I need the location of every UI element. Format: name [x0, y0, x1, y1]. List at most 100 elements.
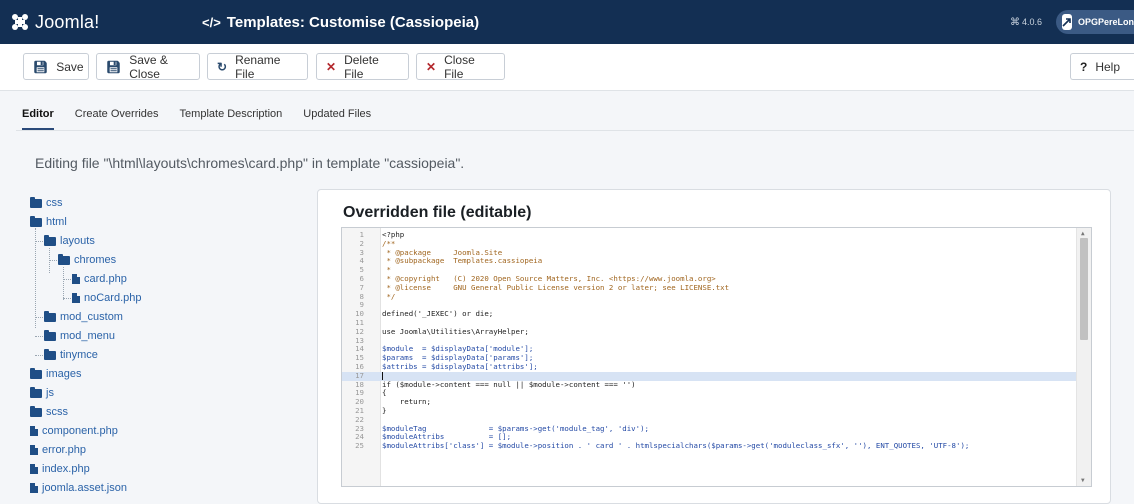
text-cursor	[382, 371, 383, 380]
tree-connector	[35, 228, 36, 328]
save-close-label: Save & Close	[129, 52, 168, 81]
line-number: 25	[355, 441, 364, 451]
folder-icon	[44, 329, 56, 341]
code-text: }	[382, 406, 387, 415]
save-icon: 💾︎	[33, 59, 49, 74]
save-button[interactable]: 💾︎ Save	[23, 53, 89, 80]
tree-label: css	[46, 197, 63, 209]
tab-updated-files[interactable]: Updated Files	[303, 97, 371, 131]
code-line[interactable]: 4 * @subpackage Templates.cassiopeia	[342, 257, 1076, 266]
panel-title: Overridden file (editable)	[343, 204, 532, 221]
tree-file-index[interactable]: index.php	[30, 463, 90, 475]
tree-file-nocard[interactable]: noCard.php	[72, 292, 142, 304]
folder-icon	[44, 310, 56, 322]
tree-label: tinymce	[60, 349, 98, 361]
scroll-down-icon[interactable]: ▼	[1081, 477, 1085, 484]
code-line[interactable]: 8 */	[342, 292, 1076, 302]
tab-bar: Editor Create Overrides Template Descrip…	[22, 97, 392, 131]
tree-connector	[35, 317, 43, 318]
close-file-button[interactable]: ✕ Close File	[416, 52, 505, 81]
rename-file-button[interactable]: ↻ Rename File	[207, 52, 308, 81]
code-line[interactable]: 19{	[342, 389, 1076, 398]
vertical-scrollbar[interactable]: ▲ ▼	[1076, 228, 1091, 486]
code-line[interactable]: 10 defined('_JEXEC') or die;	[342, 309, 1076, 319]
code-line[interactable]: 25 $moduleAttribs['class'] = $module->pos…	[342, 441, 1076, 451]
tree-folder-images[interactable]: images	[30, 367, 82, 380]
tree-label: chromes	[74, 254, 117, 266]
code-editor[interactable]: 1 <?php 2/** 3 * @package Joomla.Site 4 * @s…	[341, 227, 1092, 487]
tree-file-component[interactable]: component.php	[30, 425, 118, 437]
folder-icon	[44, 348, 56, 360]
joomla-small-icon: ⌘	[1009, 16, 1020, 28]
header: Joomla! </> Templates: Customise (Cassio…	[0, 0, 1134, 44]
code-line[interactable]: 18 if ($module->content === null || $modu…	[342, 379, 1076, 390]
code-text: use Joomla\Utilities\ArrayHelper;	[382, 326, 529, 336]
tree-folder-css[interactable]: css	[30, 196, 63, 209]
help-button[interactable]: ? Help	[1070, 53, 1134, 80]
tree-label: layouts	[60, 235, 95, 247]
close-icon: ✕	[326, 59, 337, 74]
code-line[interactable]: 21}	[342, 406, 1076, 416]
tree-label: joomla.asset.json	[42, 482, 127, 494]
code-line[interactable]: 1 <?php	[342, 230, 1076, 240]
tree-folder-chromes[interactable]: chromes	[58, 253, 117, 266]
tree-connector	[35, 355, 43, 356]
toolbar: 💾︎ Save 💾︎ Save & Close ↻ Rename File ✕ …	[0, 44, 1134, 91]
sync-icon: ↻	[217, 59, 228, 74]
version-badge: ⌘ 4.0.6	[1010, 17, 1042, 28]
tree-label: card.php	[84, 273, 127, 285]
tree-label: images	[46, 368, 82, 380]
tree-folder-tinymce[interactable]: tinymce	[44, 348, 98, 361]
scroll-up-icon[interactable]: ▲	[1081, 230, 1085, 237]
save-label: Save	[56, 59, 84, 74]
editing-file-info: Editing file "\html\layouts\chromes\card…	[35, 155, 465, 171]
tree-label: component.php	[42, 425, 118, 437]
close-label: Close File	[444, 52, 475, 81]
rename-label: Rename File	[235, 52, 281, 81]
code-text: * @subpackage Templates.cassiopeia	[382, 256, 543, 266]
tree-connector	[49, 260, 57, 261]
brand[interactable]: Joomla!	[0, 0, 180, 44]
code-text: if ($module->content === null || $module…	[382, 379, 636, 389]
code-text: * @license GNU General Public License ve…	[382, 282, 730, 292]
tree-label: noCard.php	[84, 292, 142, 304]
code-text: $moduleAttribs['class'] = $module->posit…	[382, 441, 970, 451]
tab-template-description[interactable]: Template Description	[180, 97, 283, 131]
folder-icon	[30, 405, 42, 417]
tab-create-overrides[interactable]: Create Overrides	[75, 97, 159, 131]
question-icon: ?	[1080, 59, 1088, 74]
folder-icon	[30, 386, 42, 398]
code-line[interactable]: 16 $attribs = $displayData['attribs'];	[342, 362, 1076, 372]
code-line[interactable]: 20 return;	[342, 397, 1076, 407]
code-line[interactable]: 12 use Joomla\Utilities\ArrayHelper;	[342, 326, 1076, 337]
tree-file-error[interactable]: error.php	[30, 444, 86, 456]
tree-folder-layouts[interactable]: layouts	[44, 234, 95, 247]
tab-editor[interactable]: Editor	[22, 97, 54, 131]
code-text: defined('_JEXEC') or die;	[382, 309, 494, 319]
close-icon: ✕	[426, 59, 437, 74]
page-title: </> Templates: Customise (Cassiopeia)	[202, 14, 479, 31]
file-icon	[30, 464, 38, 474]
site-link-button[interactable]: OPGPereLonca	[1056, 10, 1134, 34]
save-close-button[interactable]: 💾︎ Save & Close	[96, 52, 200, 81]
code-icon: </>	[202, 14, 221, 30]
tree-folder-mod-custom[interactable]: mod_custom	[44, 310, 123, 323]
tree-label: js	[46, 387, 54, 399]
tree-folder-js[interactable]: js	[30, 386, 54, 399]
folder-icon	[30, 196, 42, 208]
code-line[interactable]: 7 * @license GNU General Public License …	[342, 282, 1076, 293]
tree-label: error.php	[42, 444, 87, 456]
scrollbar-thumb[interactable]	[1080, 238, 1088, 340]
tree-connector	[63, 298, 71, 299]
tree-label: index.php	[42, 463, 90, 475]
tree-label: scss	[46, 406, 68, 418]
tree-folder-mod-menu[interactable]: mod_menu	[44, 329, 115, 342]
brand-name: Joomla!	[35, 11, 100, 32]
tree-folder-scss[interactable]: scss	[30, 405, 68, 418]
tree-folder-html[interactable]: html	[30, 215, 67, 228]
tree-file-asset-json[interactable]: joomla.asset.json	[30, 482, 127, 494]
tree-file-card[interactable]: card.php	[72, 273, 127, 285]
file-icon	[30, 483, 38, 493]
delete-file-button[interactable]: ✕ Delete File	[316, 53, 409, 81]
version-text: 4.0.6	[1021, 17, 1042, 27]
